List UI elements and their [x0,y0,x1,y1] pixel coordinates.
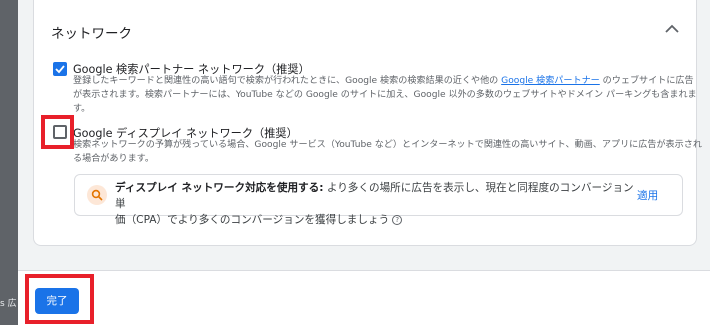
desc-text: 登録したキーワードと関連性の高い語句で検索が行われたときに、Google 検索の… [73,76,502,86]
search-partners-desc-line2: が表示されます。検索パートナーには、YouTube などの Google のサイ… [73,90,697,100]
card-title: ネットワーク [51,26,132,42]
background-peek-text: s 広 [0,299,17,309]
suggestion-line2: 価（CPA）でより多くのコンバージョンを獲得しましょう [115,214,390,226]
background-overlay-strip: s 広 [0,0,18,325]
chevron-up-icon[interactable] [665,24,679,34]
highlight-box-checkbox [41,115,74,149]
checkmark-icon [55,65,65,74]
highlight-box-done [25,274,94,324]
help-icon[interactable]: ? [392,215,403,225]
search-partners-desc-line1: 登録したキーワードと関連性の高い語句で検索が行われたときに、Google 検索の… [73,74,694,88]
search-icon [87,185,107,205]
apply-button[interactable]: 適用 [637,188,658,203]
footer-bar: 完了 [18,270,710,325]
display-network-suggestion: ディスプレイ ネットワーク対応を使用する: より多くの場所に広告を表示し、現在と… [74,174,683,226]
suggestion-text: ディスプレイ ネットワーク対応を使用する: より多くの場所に広告を表示し、現在と… [115,180,635,228]
display-network-desc-line2: る場合があります。 [73,154,154,164]
search-partners-desc-line3: す。 [73,104,91,114]
display-network-desc-line1: 検索ネットワークの予算が残っている場合、Google サービス（YouTube … [73,140,702,150]
search-partners-link[interactable]: Google 検索パートナー [501,76,600,86]
suggestion-bold: ディスプレイ ネットワーク対応を使用する: [115,182,324,194]
search-partners-checkbox[interactable] [53,62,67,76]
network-settings-card: ネットワーク Google 検索パートナー ネットワーク（推奨） 登録したキーワ… [33,0,702,246]
desc-text: のウェブサイトに広告 [599,76,694,86]
